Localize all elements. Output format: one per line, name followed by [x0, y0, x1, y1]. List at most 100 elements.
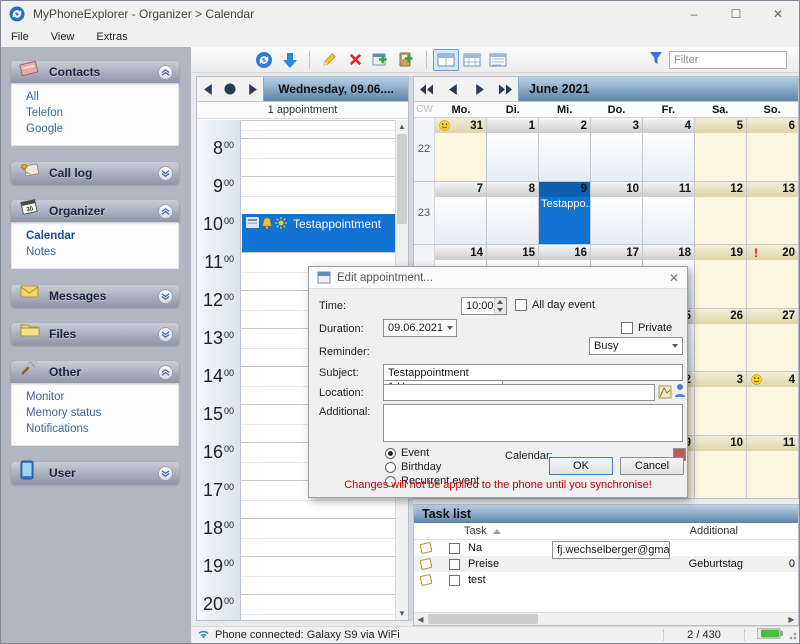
- sidebar-item-calendar[interactable]: Calendar: [26, 228, 178, 244]
- sidebar-item-notes[interactable]: Notes: [26, 244, 178, 260]
- date-dropdown[interactable]: 09.06.2021: [383, 319, 457, 337]
- day-cell-20[interactable]: !20: [747, 245, 798, 308]
- day-cell-7[interactable]: 7: [435, 182, 487, 245]
- collapse-chevron-icon[interactable]: [158, 65, 173, 80]
- sidebar-item-monitor[interactable]: Monitor: [26, 389, 178, 405]
- resize-grip[interactable]: [787, 630, 797, 640]
- day-cell-10[interactable]: 10: [695, 436, 747, 499]
- additional-column-header[interactable]: Additional: [690, 525, 738, 537]
- next-month-button[interactable]: [466, 77, 492, 101]
- time-spinner[interactable]: 10:00: [461, 297, 507, 315]
- expand-chevron-icon[interactable]: [158, 466, 173, 481]
- sidebar-item-memory-status[interactable]: Memory status: [26, 405, 178, 421]
- today-button[interactable]: [219, 77, 241, 101]
- day-cell-3[interactable]: 3: [695, 372, 747, 435]
- expand-chevron-icon[interactable]: [158, 327, 173, 342]
- close-button[interactable]: ✕: [757, 1, 799, 27]
- scrollbar-thumb[interactable]: [397, 134, 407, 224]
- day-cell-2[interactable]: 2: [539, 118, 591, 181]
- day-cell-11[interactable]: 11: [747, 436, 798, 499]
- day-cell-11[interactable]: 11: [643, 182, 695, 245]
- private-checkbox[interactable]: [621, 322, 633, 334]
- day-slot[interactable]: [241, 138, 395, 176]
- day-slot[interactable]: [241, 556, 395, 594]
- dialog-close-icon[interactable]: ✕: [669, 271, 679, 285]
- previous-year-button[interactable]: [414, 77, 440, 101]
- download-button[interactable]: [277, 49, 303, 71]
- menu-extras[interactable]: Extras: [94, 29, 129, 45]
- cancel-button[interactable]: Cancel: [620, 457, 684, 475]
- edit-appointment-button[interactable]: [316, 49, 342, 71]
- sidebar-header-messages[interactable]: Messages: [11, 285, 179, 307]
- day-slot[interactable]: [241, 176, 395, 214]
- scroll-up-icon[interactable]: ▲: [396, 120, 408, 133]
- radio-event[interactable]: [385, 448, 396, 459]
- scroll-left-icon[interactable]: ◀: [414, 613, 427, 625]
- day-cell-4[interactable]: 4: [747, 372, 798, 435]
- new-appointment-button[interactable]: [368, 49, 394, 71]
- collapse-chevron-icon[interactable]: [158, 204, 173, 219]
- day-cell-1[interactable]: 1: [487, 118, 539, 181]
- day-cell-26[interactable]: 26: [695, 309, 747, 372]
- task-column-header[interactable]: Task: [464, 525, 501, 537]
- location-input[interactable]: [383, 384, 655, 401]
- sidebar-item-all[interactable]: All: [26, 89, 178, 105]
- task-list-hscrollbar[interactable]: ◀ ▶: [414, 612, 798, 625]
- scroll-right-icon[interactable]: ▶: [785, 613, 798, 625]
- previous-day-button[interactable]: [197, 77, 219, 101]
- collapse-chevron-icon[interactable]: [158, 365, 173, 380]
- view-day-button[interactable]: [433, 49, 459, 71]
- day-cell-9[interactable]: 9Testappo...: [539, 182, 591, 245]
- delete-button[interactable]: [342, 49, 368, 71]
- minimize-button[interactable]: –: [673, 1, 715, 27]
- day-slot[interactable]: [241, 518, 395, 556]
- calendar-dropdown[interactable]: fj.wechselberger@gmail: [552, 541, 670, 559]
- dialog-title-bar[interactable]: Edit appointment... ✕: [309, 267, 687, 289]
- menu-file[interactable]: File: [9, 29, 31, 45]
- sidebar-header-other[interactable]: Other: [11, 361, 179, 383]
- sidebar-item-notifications[interactable]: Notifications: [26, 421, 178, 437]
- day-cell-12[interactable]: 12: [695, 182, 747, 245]
- day-cell-27[interactable]: 27: [747, 309, 798, 372]
- hscrollbar-thumb[interactable]: [428, 614, 538, 624]
- day-cell-6[interactable]: 6: [747, 118, 798, 181]
- next-year-button[interactable]: [492, 77, 518, 101]
- task-row[interactable]: test: [414, 572, 798, 588]
- sidebar-item-telefon[interactable]: Telefon: [26, 105, 178, 121]
- sync-button[interactable]: [251, 49, 277, 71]
- day-cell-3[interactable]: 3: [591, 118, 643, 181]
- next-day-button[interactable]: [241, 77, 263, 101]
- ok-button[interactable]: OK: [549, 457, 613, 475]
- sidebar-header-organizer[interactable]: 30Organizer: [11, 200, 179, 222]
- day-cell-31[interactable]: 31: [435, 118, 487, 181]
- scroll-down-icon[interactable]: ▼: [396, 607, 408, 620]
- sidebar-header-contacts[interactable]: Contacts: [11, 61, 179, 83]
- task-checkbox[interactable]: [449, 559, 460, 570]
- day-view-date-header[interactable]: Wednesday, 09.06....: [263, 77, 408, 101]
- sidebar-item-google[interactable]: Google: [26, 121, 178, 137]
- expand-chevron-icon[interactable]: [158, 166, 173, 181]
- spin-down-icon[interactable]: [495, 306, 506, 314]
- all-day-event-checkbox[interactable]: [515, 299, 527, 311]
- import-button[interactable]: [394, 49, 420, 71]
- view-list-button[interactable]: [485, 49, 511, 71]
- sidebar-header-files[interactable]: Files: [11, 323, 179, 345]
- subject-input[interactable]: Testappointment: [383, 364, 683, 381]
- month-title[interactable]: June 2021: [518, 77, 798, 101]
- appointment-block[interactable]: Testappointment: [242, 214, 395, 252]
- spin-up-icon[interactable]: [495, 298, 506, 306]
- maximize-button[interactable]: ☐: [715, 1, 757, 27]
- view-month-button[interactable]: [459, 49, 485, 71]
- day-cell-8[interactable]: 8: [487, 182, 539, 245]
- day-cell-10[interactable]: 10: [591, 182, 643, 245]
- sidebar-header-user[interactable]: User: [11, 462, 179, 484]
- busy-dropdown[interactable]: Busy: [589, 337, 683, 355]
- day-slot[interactable]: [241, 120, 395, 138]
- filter-input[interactable]: [669, 51, 787, 69]
- sidebar-header-calllog[interactable]: Call log: [11, 162, 179, 184]
- location-map-icon[interactable]: [658, 384, 672, 402]
- expand-chevron-icon[interactable]: [158, 289, 173, 304]
- menu-view[interactable]: View: [49, 29, 77, 45]
- additional-textarea[interactable]: [383, 404, 683, 442]
- location-contact-icon[interactable]: [674, 383, 686, 401]
